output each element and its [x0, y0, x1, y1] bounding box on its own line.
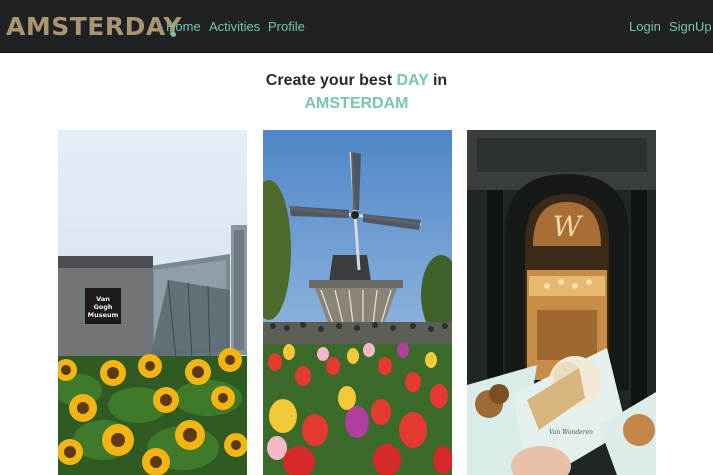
van-gogh-museum-image: Van Gogh Museum [58, 130, 247, 475]
cone-brand-text: Van Wonderen [549, 429, 593, 436]
museum-sign-line2: Gogh [93, 303, 112, 311]
activity-card-stroopwafels[interactable]: W Van Wonderen [467, 130, 656, 475]
hero-heading-prefix: Create your best [265, 72, 397, 89]
nav-link-signup[interactable]: SignUp [669, 19, 712, 35]
nav-link-profile[interactable]: Profile [268, 19, 305, 35]
museum-sign-line3: Museum [88, 311, 119, 319]
museum-sign-line1: Van [96, 295, 110, 303]
nav-link-login[interactable]: Login [629, 19, 661, 35]
hero-heading-accent: DAY [396, 72, 429, 89]
shop-logo-w: W [553, 210, 584, 243]
hero-heading-line2: AMSTERDAM [304, 95, 409, 112]
activity-card-van-gogh[interactable]: Van Gogh Museum [58, 130, 247, 475]
nav-link-activities[interactable]: Activities [209, 19, 260, 35]
nav-link-home[interactable]: Home [166, 19, 201, 35]
hero-heading-line1: Create your best DAY in [0, 71, 713, 91]
brand-name[interactable]: AMSTERDAY [6, 12, 182, 41]
brand-logo[interactable]: AMSTERDAY [6, 12, 181, 42]
windmill-tulips-image [263, 130, 452, 475]
activity-card-windmill[interactable] [263, 130, 452, 475]
top-navbar: AMSTERDAY Home Activities Profile Login … [0, 0, 713, 53]
stroopwafel-shop-image: W Van Wonderen [467, 130, 656, 475]
hero-heading-suffix: in [428, 72, 448, 89]
